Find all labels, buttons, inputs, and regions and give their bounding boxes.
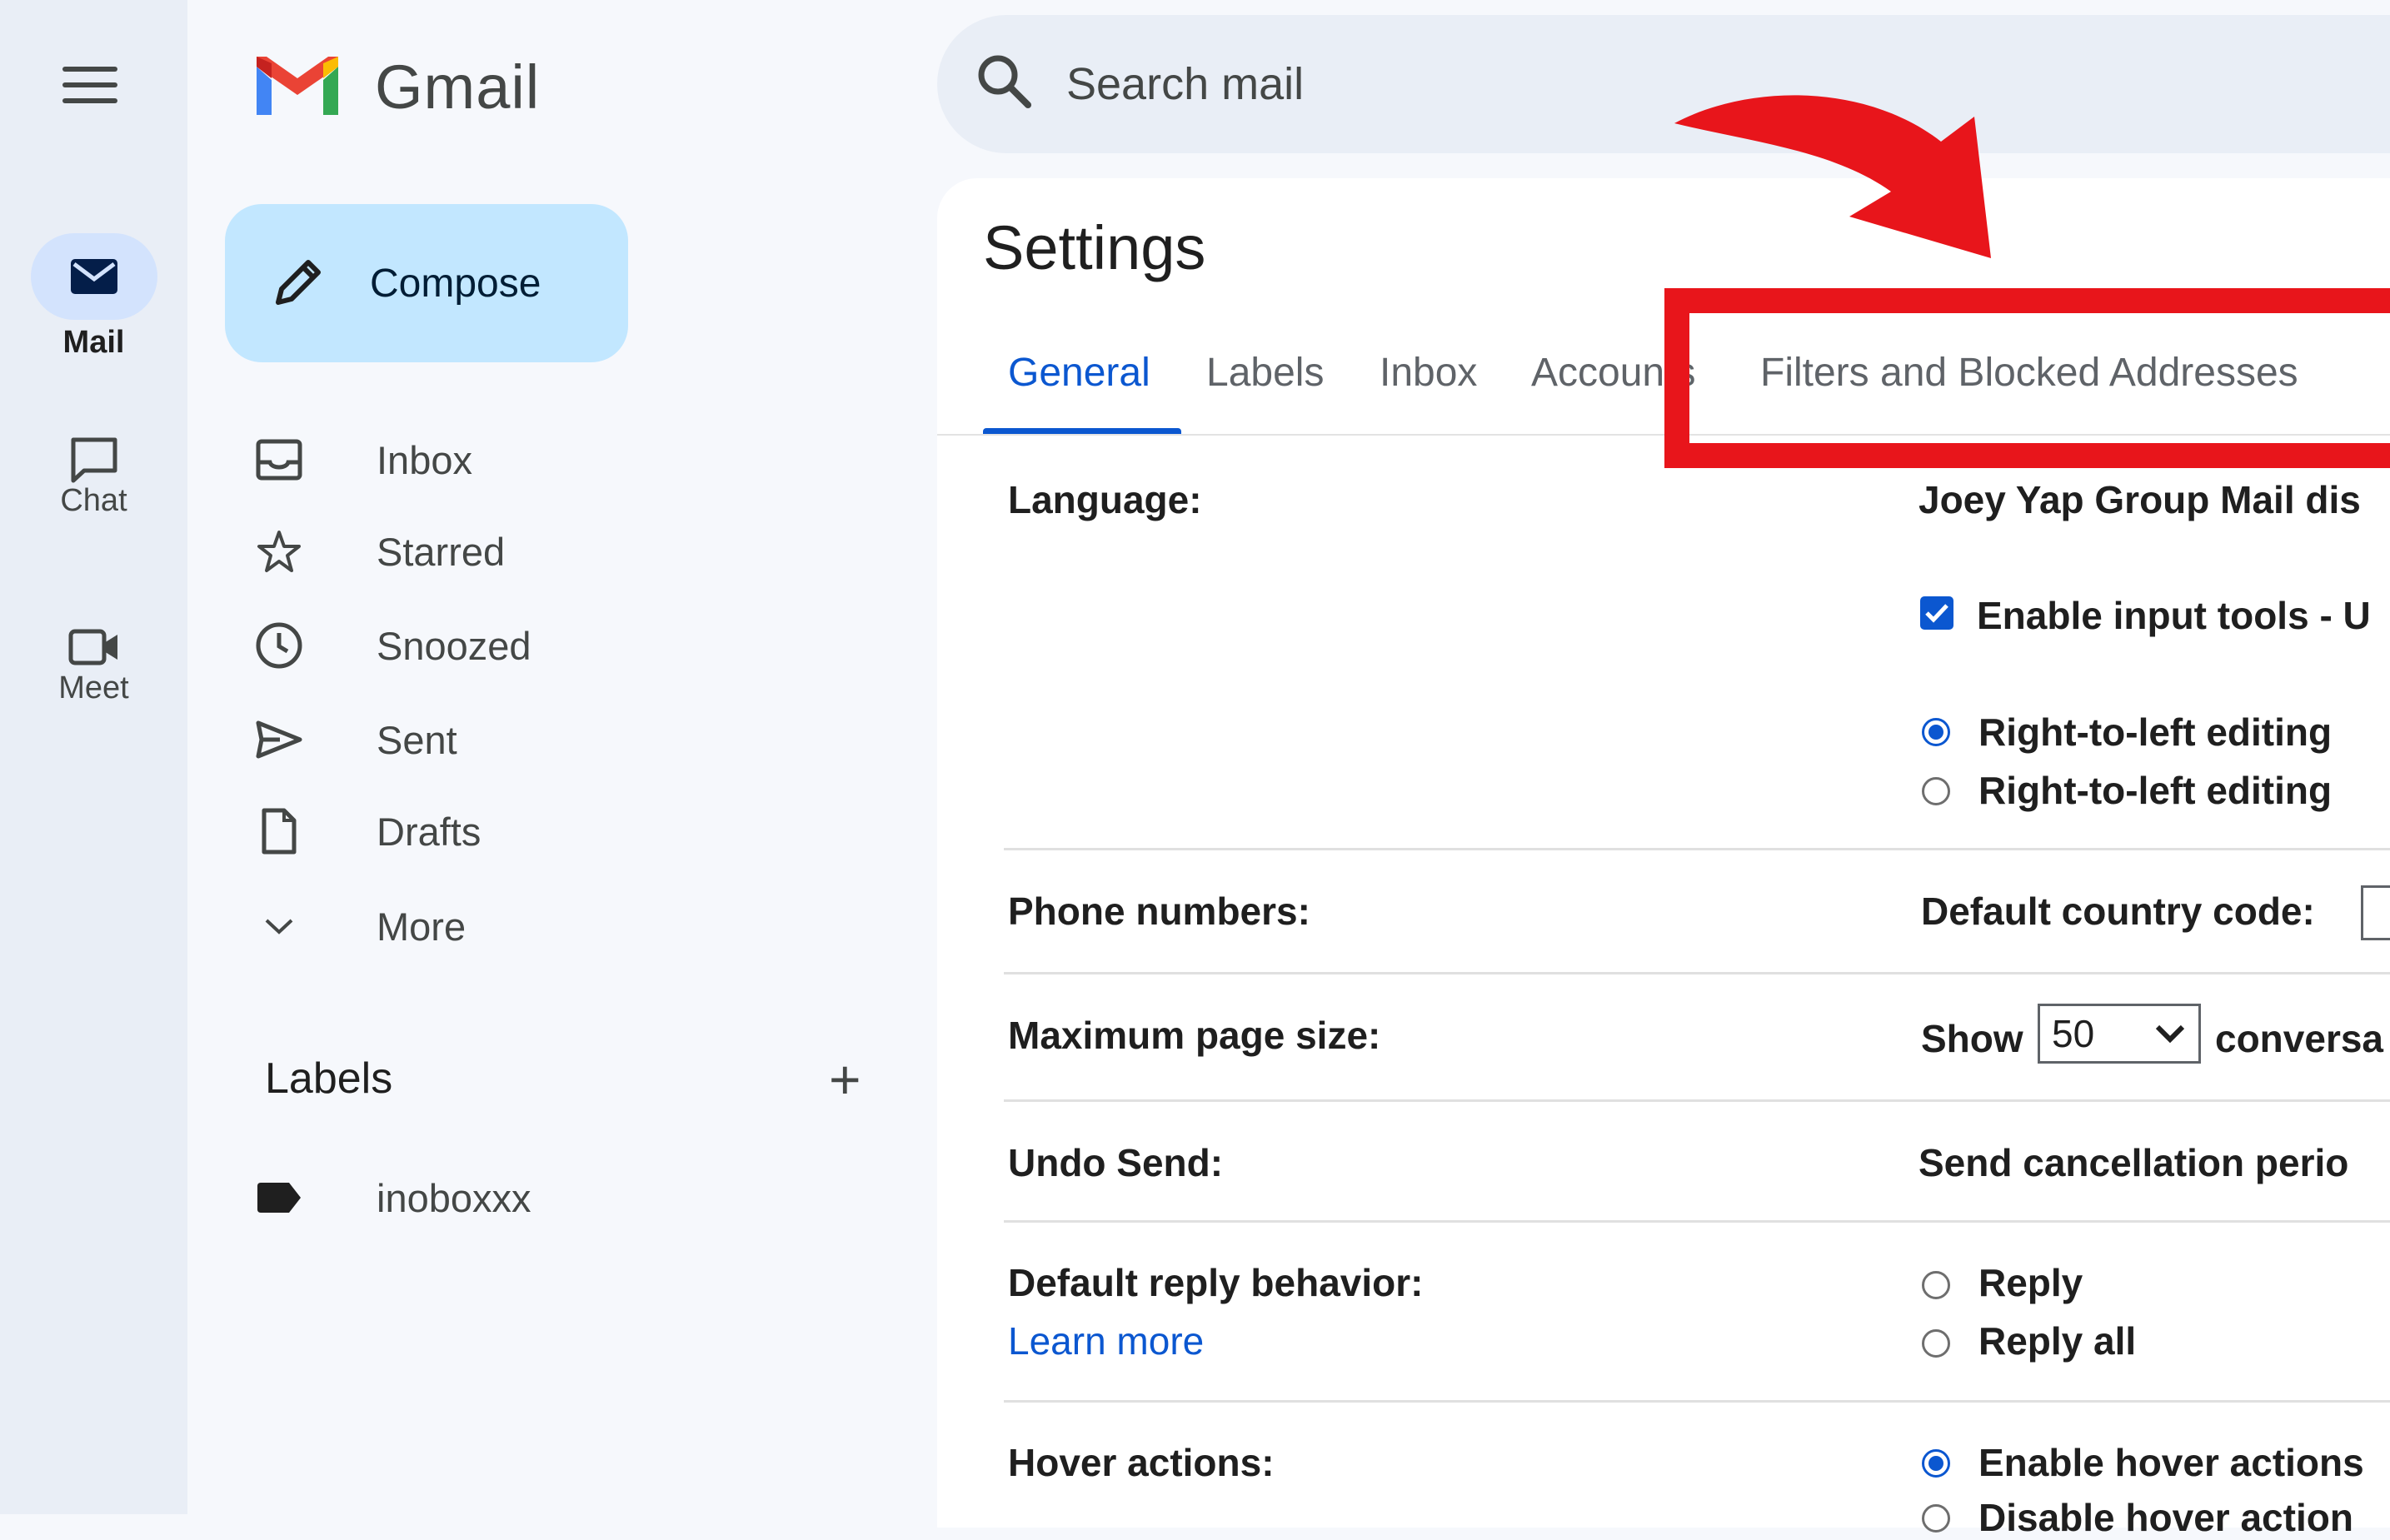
tab-general[interactable]: General [1008,350,1150,396]
compose-button[interactable]: Compose [225,204,628,362]
nav-item-inbox[interactable]: Inbox [250,426,472,493]
hover-actions-label: Hover actions: [1008,1441,1275,1484]
nav-item-sent[interactable]: Sent [250,706,457,773]
send-cancellation-period-label: Send cancellation perio [1918,1141,2349,1184]
rail-label-chat: Chat [60,483,127,518]
rtl-on-radio[interactable] [1922,718,1950,746]
enable-input-tools-label: Enable input tools - U [1977,594,2371,637]
draft-icon [262,808,297,855]
phone-numbers-label: Phone numbers: [1008,890,1310,933]
nav-label-drafts: Drafts [377,809,481,854]
nav-item-snoozed[interactable]: Snoozed [250,612,531,679]
main-menu-icon[interactable] [62,67,117,103]
compose-label: Compose [370,261,541,306]
reply-label: Reply [1978,1261,2083,1304]
rail-label-meet: Meet [58,670,129,705]
enable-hover-actions-label: Enable hover actions [1978,1441,2364,1484]
chevron-down-icon [265,919,293,934]
send-icon [256,720,302,759]
rtl-off-label: Right-to-left editing [1978,769,2333,812]
tabs-divider [937,434,2390,436]
row-divider [1004,1099,2390,1102]
inbox-icon [256,439,302,481]
checkmark-icon [1925,604,1948,623]
nav-label-sent: Sent [377,717,457,762]
default-reply-label: Default reply behavior: [1008,1261,1424,1304]
row-divider [1004,1220,2390,1223]
gmail-logo-icon [257,57,338,115]
add-label-button[interactable]: + [829,1052,861,1107]
labels-heading: Labels [265,1054,393,1103]
app-rail [0,0,187,1514]
tab-filters-and-blocked-addresses[interactable]: Filters and Blocked Addresses [1760,350,2298,396]
reply-all-radio[interactable] [1922,1329,1950,1358]
country-code-select[interactable] [2361,885,2390,940]
mail-icon [70,259,117,294]
tab-accounts[interactable]: Accounts [1531,350,1695,396]
page-size-suffix: conversa [2215,1017,2384,1060]
page-size-select-value: 50 [2052,1012,2095,1055]
clock-icon [256,622,302,669]
row-divider [1004,848,2390,850]
nav-item-starred[interactable]: Starred [250,518,505,585]
row-divider [1004,972,2390,974]
search-input[interactable] [1065,50,2068,118]
page-size-select[interactable]: 50 [2038,1004,2201,1064]
row-divider [1004,1400,2390,1403]
tab-inbox[interactable]: Inbox [1380,350,1477,396]
rail-item-meet[interactable]: Meet [0,604,187,706]
enable-hover-actions-radio[interactable] [1922,1449,1950,1478]
pencil-icon [276,260,321,305]
tab-labels[interactable]: Labels [1206,350,1324,396]
star-icon [257,531,301,572]
nav-item-label-inoboxxx[interactable]: inoboxxx [250,1164,531,1231]
label-icon [257,1183,301,1213]
language-label: Language: [1008,478,1202,521]
nav-item-drafts[interactable]: Drafts [250,798,481,865]
nav-label-snoozed: Snoozed [377,623,531,668]
rtl-on-label: Right-to-left editing [1978,710,2333,754]
app-name: Gmail [375,52,541,122]
disable-hover-actions-radio[interactable] [1922,1504,1950,1533]
enable-input-tools-checkbox[interactable] [1920,596,1953,630]
chevron-down-icon [2155,1024,2185,1044]
rail-item-chat[interactable]: Chat [0,416,187,519]
nav-label-inbox: Inbox [377,437,472,482]
reply-all-label: Reply all [1978,1319,2137,1363]
max-page-size-label: Maximum page size: [1008,1014,1381,1057]
rtl-off-radio[interactable] [1922,777,1950,805]
disable-hover-actions-label: Disable hover action [1978,1496,2353,1539]
reply-radio[interactable] [1922,1271,1950,1299]
page-title: Settings [983,213,1206,282]
language-value: Joey Yap Group Mail dis [1918,478,2361,521]
nav-label-inoboxxx: inoboxxx [377,1175,531,1220]
default-country-code-label: Default country code: [1921,890,2315,933]
page-size-prefix: Show [1921,1017,2023,1060]
search-icon[interactable] [975,52,1035,112]
meet-icon [68,629,117,665]
chat-icon [71,437,117,483]
learn-more-link[interactable]: Learn more [1008,1318,1204,1363]
undo-send-label: Undo Send: [1008,1141,1224,1184]
rail-label-mail: Mail [62,325,125,360]
nav-label-starred: Starred [377,529,506,574]
nav-label-more: More [377,904,467,949]
nav-item-more[interactable]: More [250,893,466,959]
rail-item-mail[interactable]: Mail [0,233,187,361]
